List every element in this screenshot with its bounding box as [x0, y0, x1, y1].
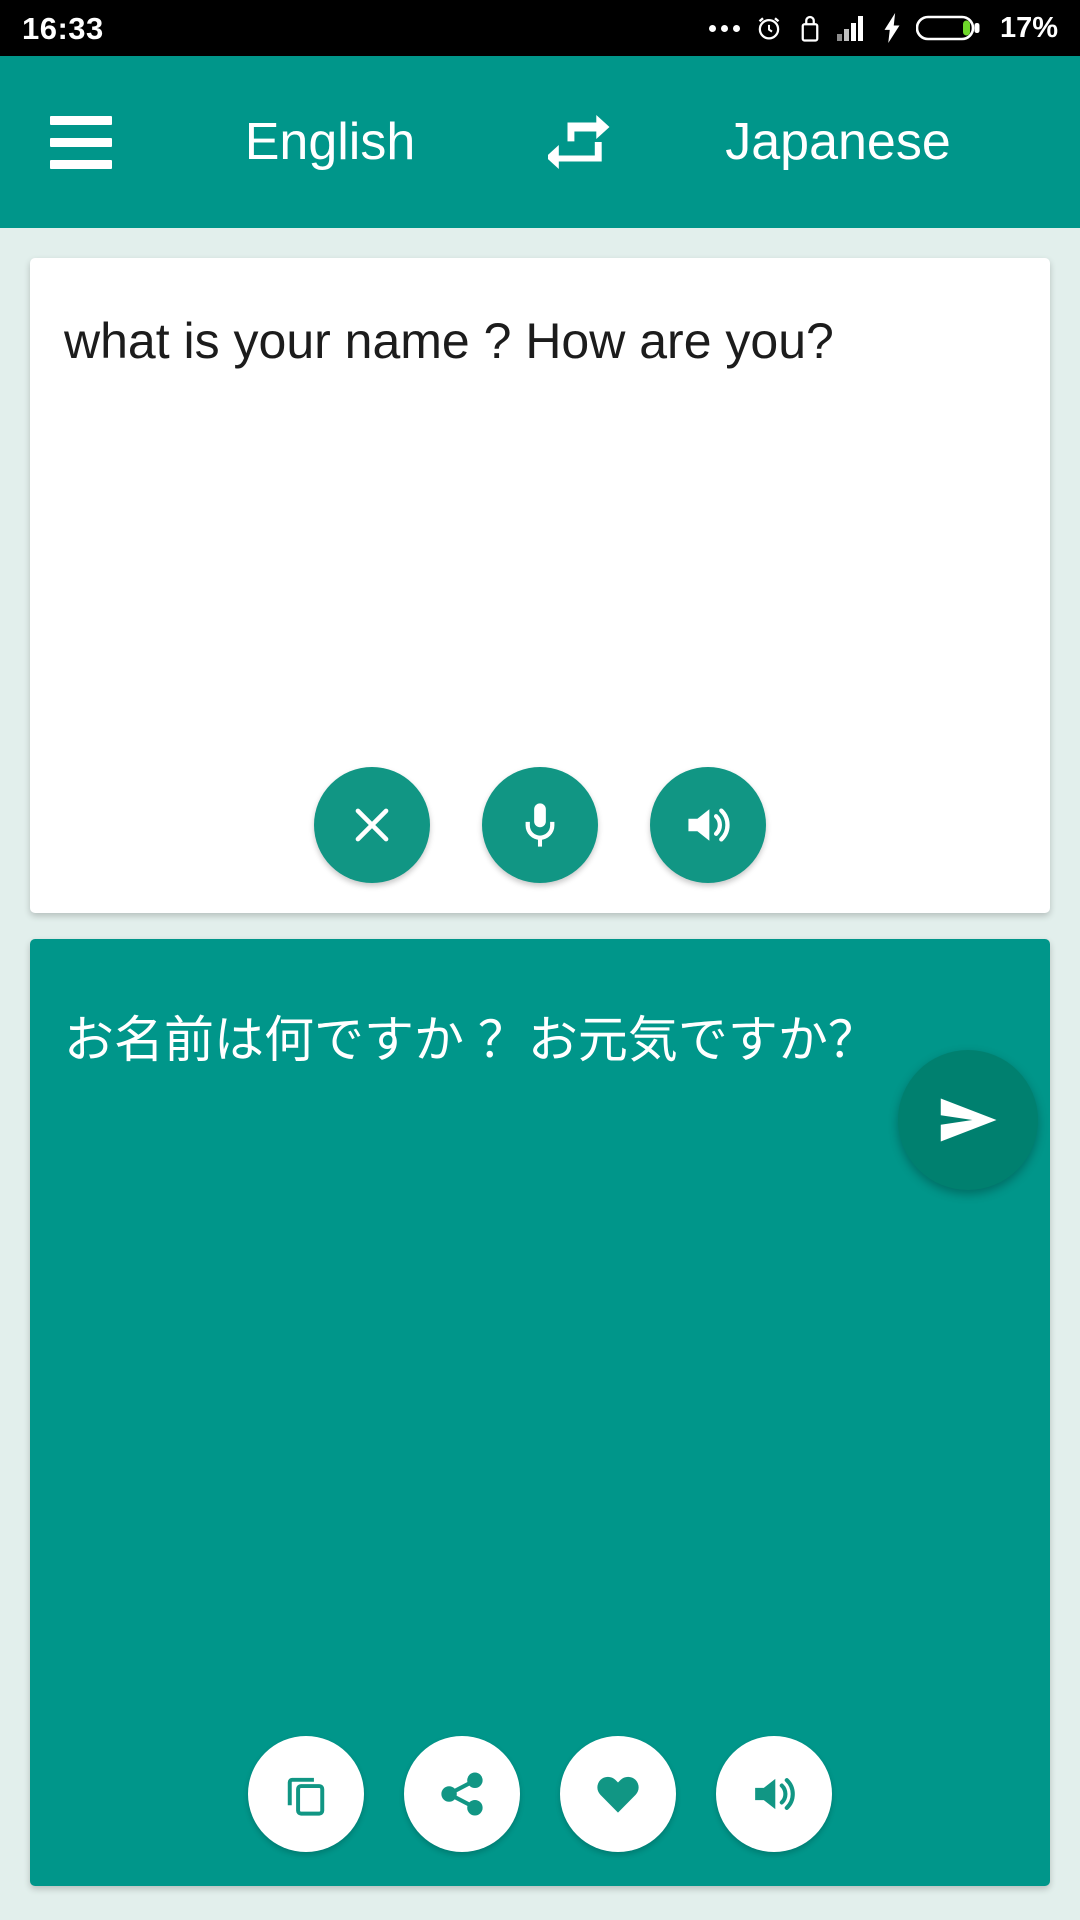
translation-actions-row	[30, 1736, 1050, 1886]
more-dots-icon	[708, 24, 740, 32]
source-text-input[interactable]: what is your name ? How are you?	[30, 258, 1050, 373]
translated-text[interactable]: お名前は何ですか ？お元気ですか？	[30, 939, 1050, 1073]
source-text-card: what is your name ? How are you?	[30, 258, 1050, 913]
share-button[interactable]	[404, 1736, 520, 1852]
status-bar: 16:33 17%	[0, 0, 1080, 56]
charging-bolt-icon	[882, 13, 902, 43]
copy-button[interactable]	[248, 1736, 364, 1852]
battery-percent-label: 17%	[999, 11, 1058, 44]
clear-button[interactable]	[314, 767, 430, 883]
speak-source-button[interactable]	[650, 767, 766, 883]
source-language-selector[interactable]: English	[122, 112, 538, 172]
main-content: what is your name ? How are you? お名前は何です…	[0, 228, 1080, 1920]
send-icon	[940, 1098, 997, 1142]
translation-result-card: お名前は何ですか ？お元気ですか？	[30, 939, 1050, 1886]
translate-send-button[interactable]	[898, 1050, 1038, 1190]
app-bar: English Japanese	[0, 56, 1080, 228]
swap-languages-icon[interactable]	[538, 106, 630, 178]
status-bar-clock: 16:33	[22, 10, 104, 46]
battery-icon	[915, 13, 982, 43]
alarm-icon	[754, 13, 784, 43]
hamburger-menu-icon[interactable]	[50, 115, 112, 169]
source-actions-row	[30, 767, 1050, 913]
status-bar-icons: 17%	[708, 11, 1058, 44]
favorite-button[interactable]	[560, 1736, 676, 1852]
lock-icon	[798, 13, 822, 43]
signal-icon	[836, 14, 868, 42]
speak-translation-button[interactable]	[716, 1736, 832, 1852]
voice-input-button[interactable]	[482, 767, 598, 883]
target-language-selector[interactable]: Japanese	[630, 112, 1046, 172]
app-screen: 16:33 17% English Japanese what is your …	[0, 0, 1080, 1920]
